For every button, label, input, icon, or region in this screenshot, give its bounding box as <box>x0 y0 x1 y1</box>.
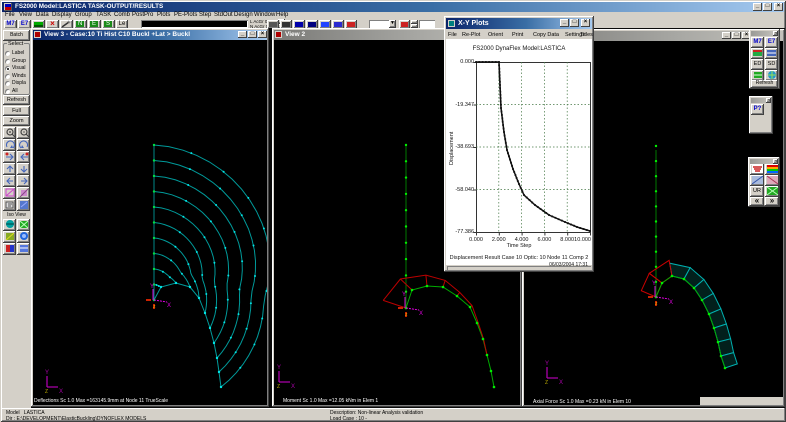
svg-text:z: z <box>405 312 408 318</box>
svg-text:X: X <box>291 384 295 390</box>
svg-text:Y: Y <box>277 365 281 371</box>
svg-text:Y: Y <box>150 284 154 290</box>
svg-text:X: X <box>669 300 673 306</box>
svg-text:Y: Y <box>45 370 49 376</box>
svg-text:Z: Z <box>277 384 280 390</box>
svg-text:z: z <box>655 301 658 307</box>
svg-text:Z: Z <box>545 380 548 386</box>
svg-text:X: X <box>59 389 63 395</box>
svg-text:X: X <box>559 380 563 386</box>
svg-text:X: X <box>167 303 171 309</box>
svg-text:z: z <box>153 304 156 310</box>
svg-text:Y: Y <box>652 281 656 287</box>
svg-text:X: X <box>419 311 423 317</box>
svg-text:Z: Z <box>45 389 48 395</box>
svg-text:Y: Y <box>402 292 406 298</box>
svg-text:Y: Y <box>545 361 549 367</box>
